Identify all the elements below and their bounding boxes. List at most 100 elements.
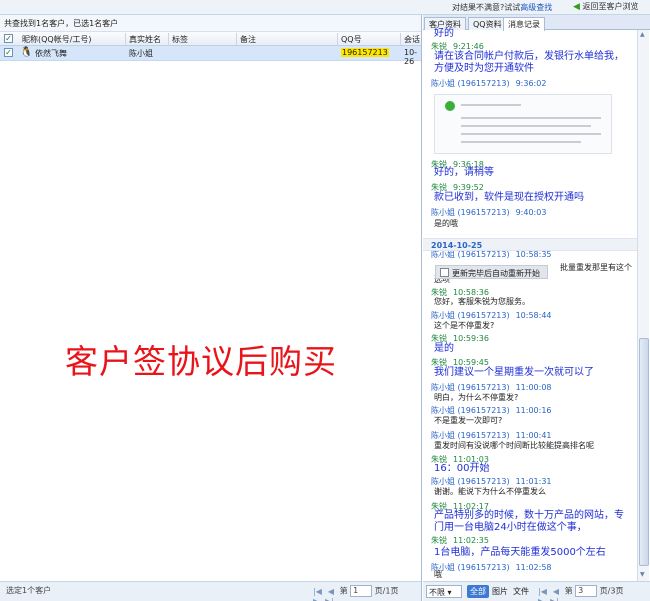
right-footer: 不限 ▾ 全部 图片 文件 |◀ ◀ 第 3 页/3页 ▶ ▶| xyxy=(423,581,650,601)
cell-nickname: 依然飞舞 xyxy=(35,49,67,58)
top-bar: 对结果不满意?试试高级查找 ◀ 返回至客户浏览 xyxy=(0,0,650,15)
message-text: 1台电脑，产品每天能重发5000个左右 xyxy=(434,547,606,558)
last-page-icon[interactable]: ▶| xyxy=(325,597,334,601)
message-time: 11:00:08 xyxy=(515,383,552,392)
auto-restart-checkbox[interactable]: 更新完毕后自动重新开始 xyxy=(435,265,548,279)
message-header: 陈小姐 (196157213) 9:40:03 xyxy=(431,207,546,218)
scroll-thumb[interactable] xyxy=(639,338,649,566)
message-text: 是的 xyxy=(434,343,454,354)
message-scrollbar[interactable]: ▲ ▼ xyxy=(637,30,649,581)
first-page-icon[interactable]: |◀ xyxy=(538,587,547,596)
message-time: 11:02:58 xyxy=(515,563,552,572)
select-all-checkbox[interactable]: ✓ xyxy=(4,34,13,43)
message-time: 9:36:02 xyxy=(515,79,547,88)
message-time: 10:59:45 xyxy=(453,358,489,367)
sender-name: 陈小姐 (196157213) xyxy=(431,431,510,440)
sender-name: 陈小姐 (196157213) xyxy=(431,563,510,572)
back-to-browse-button[interactable]: ◀ 返回至客户浏览 xyxy=(573,1,638,12)
message-text: 这个是不停重发? xyxy=(434,321,495,330)
message-time: 10:58:35 xyxy=(515,250,552,259)
cell-session: 10-26 xyxy=(404,48,418,66)
message-text: 批量重发那里有这个 xyxy=(560,263,632,272)
sender-name: 朱锐 xyxy=(431,358,447,367)
sender-name: 陈小姐 (196157213) xyxy=(431,250,510,259)
message-time: 11:00:41 xyxy=(515,431,552,440)
sender-name: 朱锐 xyxy=(431,42,447,51)
col-qq[interactable]: QQ号 xyxy=(341,34,362,45)
next-page-icon[interactable]: ▶ xyxy=(313,597,319,601)
first-page-icon[interactable]: |◀ xyxy=(313,587,322,596)
next-page-icon[interactable]: ▶ xyxy=(538,597,544,601)
customer-list-panel: 共查找到1名客户，已选1名客户 ✓ 昵称(QQ帐号/工号) 真实姓名 标签 备注… xyxy=(0,15,422,601)
table-row[interactable]: ✓ 🐧 依然飞舞 陈小姐 196157213 10-26 xyxy=(0,46,421,66)
message-text: 不是重发一次即可? xyxy=(434,416,503,425)
customer-detail-panel: 客户资料 QQ资料 消息记录 好的朱锐 9:21:46 请在该合同帐户付款后，发银行… xyxy=(423,15,650,601)
feedback-prefix: 对结果不满意?试试 xyxy=(452,3,521,12)
prev-page-icon[interactable]: ◀ xyxy=(328,587,334,596)
col-session[interactable]: 会话 xyxy=(404,34,420,45)
selection-status: 选定1个客户 xyxy=(6,586,52,595)
message-text: 产品特别多的时候，数十万产品的网站，专 xyxy=(434,510,624,521)
checkbox-box[interactable] xyxy=(440,268,449,277)
left-footer: 选定1个客户 |◀ ◀ 第 1 页/1页 ▶ ▶| xyxy=(0,581,421,601)
message-header: 陈小姐 (196157213) 11:02:58 xyxy=(431,562,552,573)
table-header: ✓ 昵称(QQ帐号/工号) 真实姓名 标签 备注 QQ号 会话 xyxy=(0,32,421,46)
message-text: 重发时间有没说哪个时间断比较能提高排名呢 xyxy=(434,441,594,450)
filter-tab-images[interactable]: 图片 xyxy=(489,585,511,598)
message-text: 款已收到，软件是现在授权开通吗 xyxy=(434,192,584,203)
filter-tab-files[interactable]: 文件 xyxy=(510,585,532,598)
sender-name: 朱锐 xyxy=(431,183,447,192)
watermark-text: 客户签协议后购买 xyxy=(65,342,337,381)
message-time: 11:02:35 xyxy=(453,536,489,545)
detail-tabs: 客户资料 QQ资料 消息记录 xyxy=(423,15,650,31)
message-text: 请在该合同帐户付款后，发银行水单给我， xyxy=(434,51,624,62)
message-text: 您好，客服朱锐为您服务。 xyxy=(434,297,530,306)
message-text: 好的，请稍等 xyxy=(434,167,494,178)
filter-tab-all[interactable]: 全部 xyxy=(467,585,489,598)
screenshot-thumbnail[interactable] xyxy=(434,94,612,154)
prev-page-icon[interactable]: ◀ xyxy=(553,587,559,596)
sender-name: 陈小姐 (196157213) xyxy=(431,208,510,217)
col-real-name[interactable]: 真实姓名 xyxy=(129,34,161,45)
message-time: 9:21:46 xyxy=(453,42,484,51)
row-checkbox[interactable]: ✓ xyxy=(4,48,13,57)
message-text: 好的 xyxy=(434,28,454,39)
col-tag[interactable]: 标签 xyxy=(172,34,188,45)
message-time: 11:01:31 xyxy=(515,477,552,486)
message-time: 11:00:16 xyxy=(515,406,552,415)
message-header: 朱锐 11:02:35 xyxy=(431,535,489,546)
message-text: 明白，为什么不停重发? xyxy=(434,393,519,402)
sender-name: 陈小姐 (196157213) xyxy=(431,79,510,88)
feedback-hint: 对结果不满意?试试高级查找 xyxy=(452,2,552,13)
scroll-down-icon[interactable]: ▼ xyxy=(640,571,645,578)
message-text: 门用一台电脑24小时在做这个事， xyxy=(434,522,587,533)
message-time: 10:58:44 xyxy=(515,311,552,320)
search-summary: 共查找到1名客户，已选1名客户 xyxy=(0,15,421,32)
message-header: 陈小姐 (196157213) 9:36:02 xyxy=(431,78,546,89)
cell-qq: 196157213 xyxy=(341,48,389,57)
sender-name: 朱锐 xyxy=(431,334,447,343)
message-time: 9:40:03 xyxy=(515,208,547,217)
message-time: 9:39:52 xyxy=(453,183,484,192)
message-text: 是的哦 xyxy=(434,219,458,228)
filter-dropdown[interactable]: 不限 ▾ xyxy=(426,585,462,598)
advanced-search-link[interactable]: 高级查找 xyxy=(520,3,552,12)
last-page-icon[interactable]: ▶| xyxy=(550,597,559,601)
back-arrow-icon: ◀ xyxy=(573,2,580,12)
page-input[interactable]: 3 xyxy=(575,585,598,597)
sender-name: 陈小姐 (196157213) xyxy=(431,383,510,392)
col-note[interactable]: 备注 xyxy=(240,34,256,45)
message-text: 方便及时为您开通软件 xyxy=(434,63,534,74)
message-text: 哦 xyxy=(434,570,442,579)
page-prefix: 第 xyxy=(564,586,573,596)
tab-message-log[interactable]: 消息记录 xyxy=(503,17,545,31)
scroll-up-icon[interactable]: ▲ xyxy=(640,31,645,38)
message-time: 10:59:36 xyxy=(453,334,489,343)
filter-dropdown-value: 不限 xyxy=(429,588,445,597)
col-nickname[interactable]: 昵称(QQ帐号/工号) xyxy=(22,34,92,45)
tab-qq-info[interactable]: QQ资料 xyxy=(468,17,507,30)
checkbox-label: 更新完毕后自动重新开始 xyxy=(452,269,540,278)
message-text: 谢谢。能说下为什么不停重发么 xyxy=(434,487,546,496)
sender-name: 陈小姐 (196157213) xyxy=(431,406,510,415)
page-input[interactable]: 1 xyxy=(350,585,373,597)
